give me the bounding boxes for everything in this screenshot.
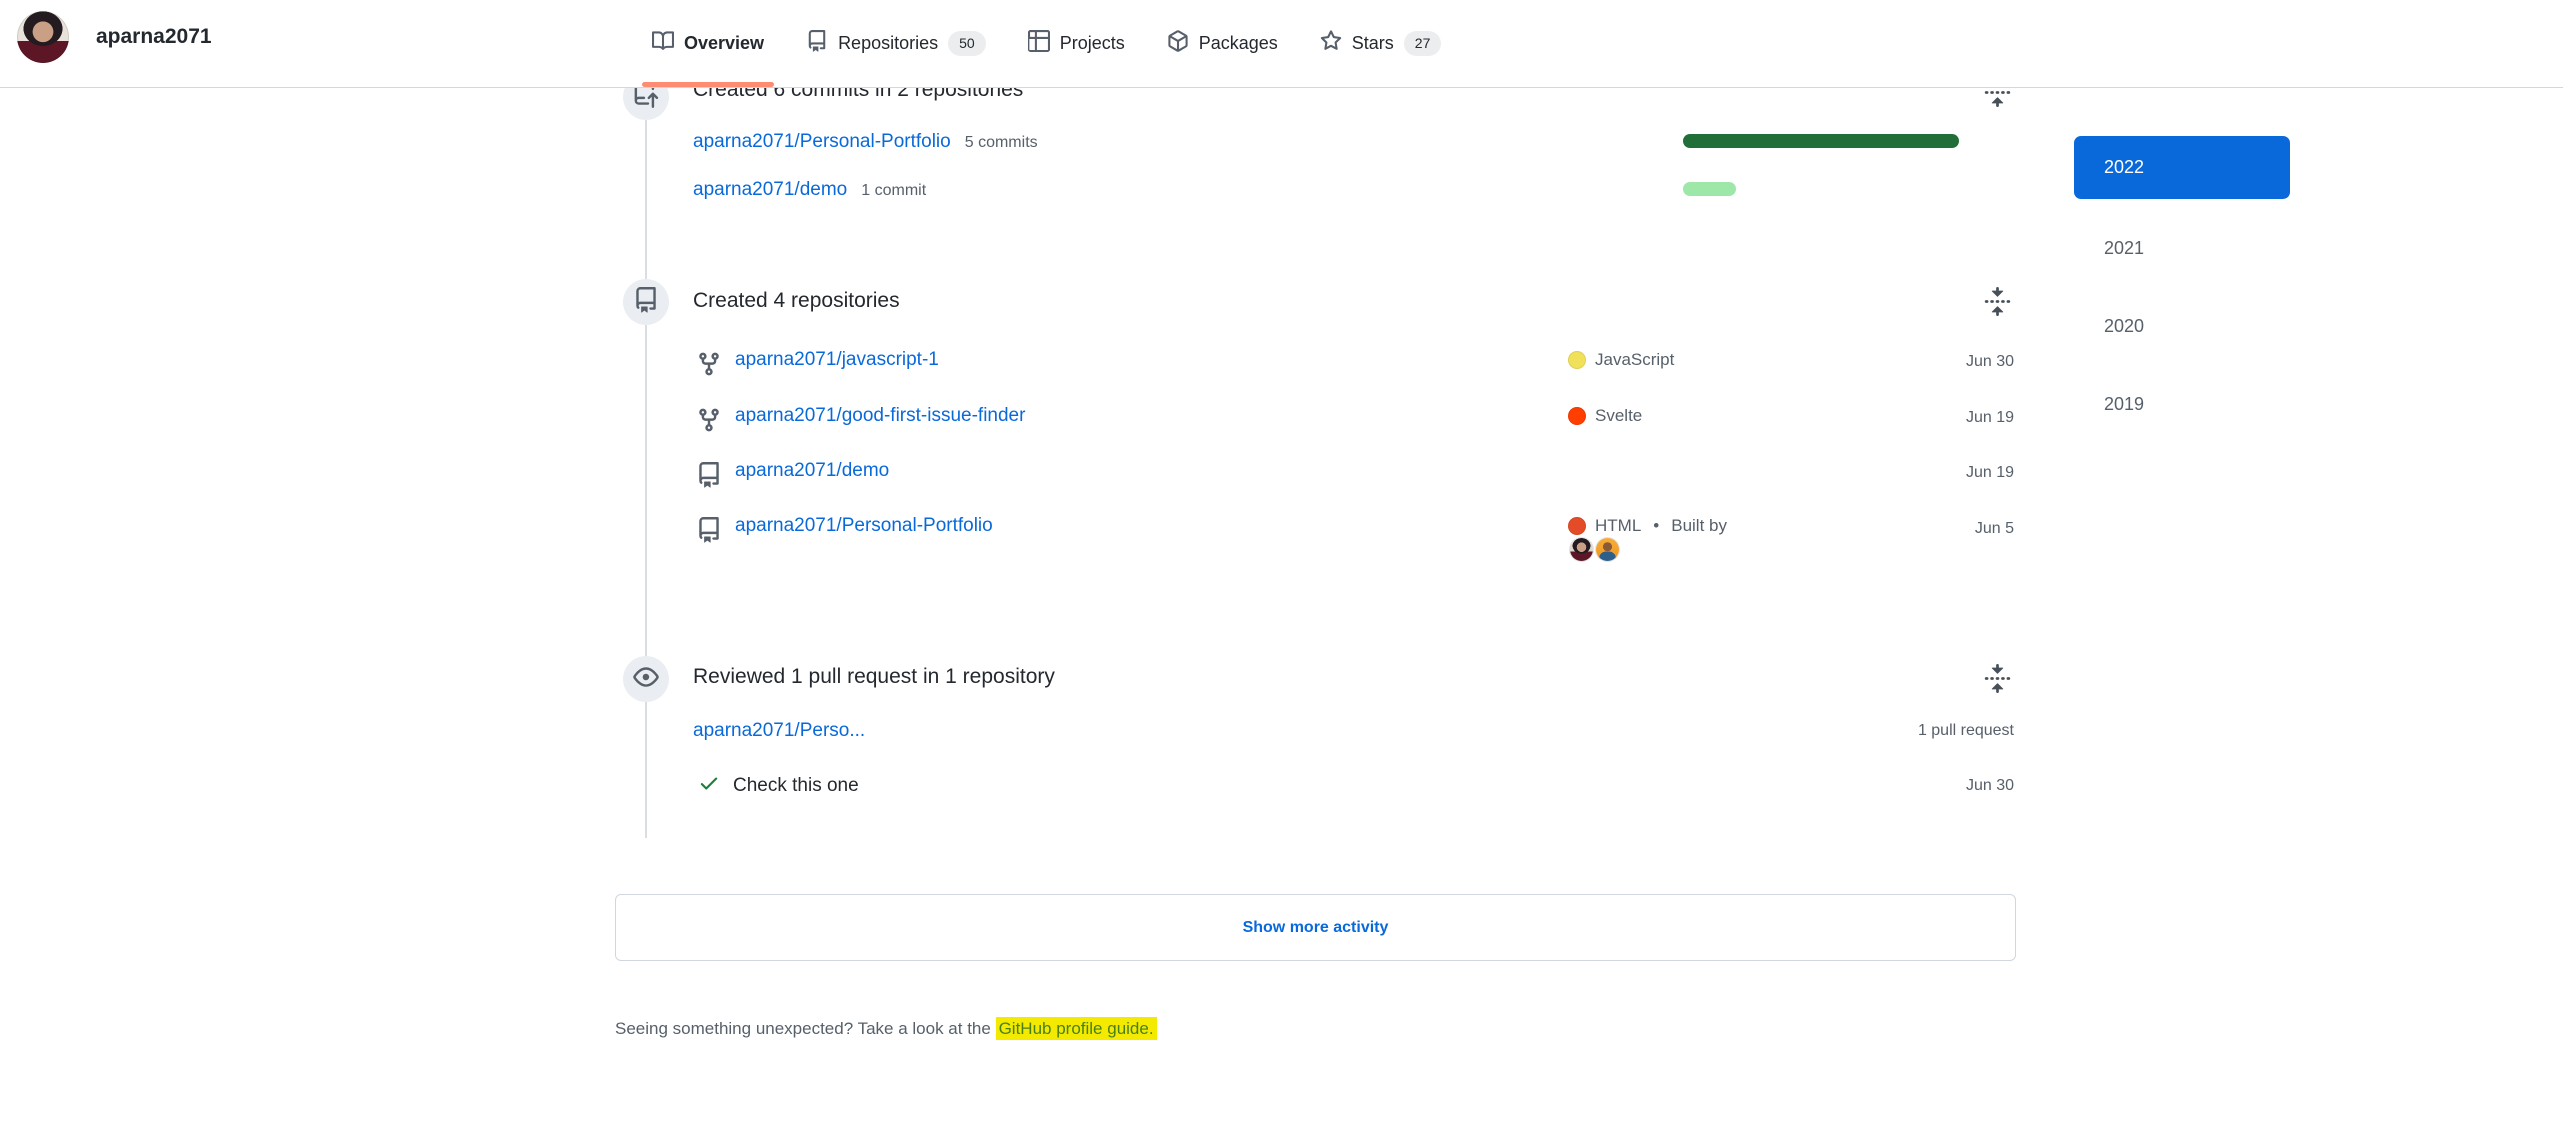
profile-sticky-header: aparna2071 Overview Repositories 50 Pr [0, 0, 2563, 88]
repo-icon [806, 30, 828, 57]
review-title-link[interactable]: Check this one [733, 775, 859, 797]
book-icon [652, 30, 674, 57]
tab-projects[interactable]: Projects [1016, 0, 1137, 87]
reviews-section-title: Reviewed 1 pull request in 1 repository [693, 665, 1055, 689]
footer-note: Seeing something unexpected? Take a look… [615, 1019, 1157, 1039]
tab-packages[interactable]: Packages [1155, 0, 1290, 87]
repo-link-demo[interactable]: aparna2071/demo [693, 179, 847, 201]
year-nav-2020[interactable]: 2020 [2104, 316, 2144, 337]
activity-date: Jun 30 [1966, 777, 2014, 795]
language-label: HTML [1595, 516, 1641, 536]
review-item: Check this one [698, 772, 859, 799]
reviews-section-badge [623, 656, 669, 702]
review-repo-link[interactable]: aparna2071/Perso... [693, 720, 865, 742]
language-label: Svelte [1595, 406, 1642, 426]
project-icon [1028, 30, 1050, 57]
github-profile-activity-page: Created 6 commits in 2 repositories apar… [0, 0, 2563, 1130]
repo-link-personal-portfolio[interactable]: aparna2071/Personal-Portfolio [693, 131, 951, 153]
language-dot-html [1568, 517, 1586, 535]
language-dot-svelte [1568, 407, 1586, 425]
built-by-label: Built by [1671, 516, 1727, 536]
star-icon [1320, 30, 1342, 57]
language-indicator: HTML • Built by [1568, 516, 1727, 536]
github-profile-guide-link[interactable]: GitHub profile guide. [996, 1017, 1157, 1040]
activity-date: Jun 19 [1966, 409, 2014, 427]
year-nav-2022[interactable]: 2022 [2074, 136, 2290, 199]
commit-bar [1683, 182, 1736, 196]
repositories-count-badge: 50 [948, 31, 986, 55]
repos-section-badge [623, 279, 669, 325]
repo-forked-icon [696, 407, 722, 433]
bullet-separator: • [1653, 516, 1659, 536]
timeline-line [645, 89, 647, 838]
language-indicator: Svelte [1568, 406, 1642, 426]
tab-stars[interactable]: Stars 27 [1308, 0, 1454, 87]
repo-link-demo[interactable]: aparna2071/demo [735, 460, 889, 482]
repo-icon [633, 287, 659, 318]
check-icon [698, 772, 720, 799]
year-nav-2021[interactable]: 2021 [2104, 238, 2144, 259]
profile-username: aparna2071 [96, 25, 212, 49]
tab-label: Repositories [838, 33, 938, 54]
activity-date: Jun 30 [1966, 353, 2014, 371]
tab-overview[interactable]: Overview [640, 0, 776, 87]
stars-count-badge: 27 [1404, 31, 1442, 55]
repo-icon [696, 517, 722, 543]
footer-note-text: Seeing something unexpected? Take a look… [615, 1019, 996, 1038]
repo-forked-icon [696, 351, 722, 377]
fold-icon[interactable] [1983, 664, 2012, 693]
commit-row: aparna2071/Personal-Portfolio 5 commits [693, 131, 1038, 153]
tab-label: Overview [684, 33, 764, 54]
language-indicator: JavaScript [1568, 350, 1674, 370]
year-nav-2019[interactable]: 2019 [2104, 394, 2144, 415]
built-by-avatars [1570, 538, 1619, 561]
builder-avatar[interactable] [1596, 538, 1619, 561]
repo-icon [696, 462, 722, 488]
tab-repositories[interactable]: Repositories 50 [794, 0, 998, 87]
show-more-activity-button[interactable]: Show more activity [615, 894, 2016, 961]
tab-label: Projects [1060, 33, 1125, 54]
language-dot-javascript [1568, 351, 1586, 369]
commit-row: aparna2071/demo 1 commit [693, 179, 926, 201]
profile-avatar[interactable] [17, 11, 69, 63]
language-label: JavaScript [1595, 350, 1674, 370]
builder-avatar[interactable] [1570, 538, 1593, 561]
commit-bar [1683, 134, 1959, 148]
profile-tab-nav: Overview Repositories 50 Projects Pa [640, 0, 1453, 87]
tab-label: Packages [1199, 33, 1278, 54]
repos-section-title: Created 4 repositories [693, 289, 900, 313]
eye-icon [633, 664, 659, 695]
activity-date: Jun 19 [1966, 464, 2014, 482]
pull-request-count: 1 pull request [1918, 722, 2014, 740]
tab-label: Stars [1352, 33, 1394, 54]
fold-icon[interactable] [1983, 287, 2012, 316]
repo-link-personal-portfolio[interactable]: aparna2071/Personal-Portfolio [735, 515, 993, 537]
activity-date: Jun 5 [1975, 520, 2014, 538]
commit-count: 5 commits [965, 134, 1038, 152]
repo-link-good-first-issue-finder[interactable]: aparna2071/good-first-issue-finder [735, 405, 1025, 427]
package-icon [1167, 30, 1189, 57]
commit-count: 1 commit [861, 182, 926, 200]
repo-link-javascript-1[interactable]: aparna2071/javascript-1 [735, 349, 939, 371]
